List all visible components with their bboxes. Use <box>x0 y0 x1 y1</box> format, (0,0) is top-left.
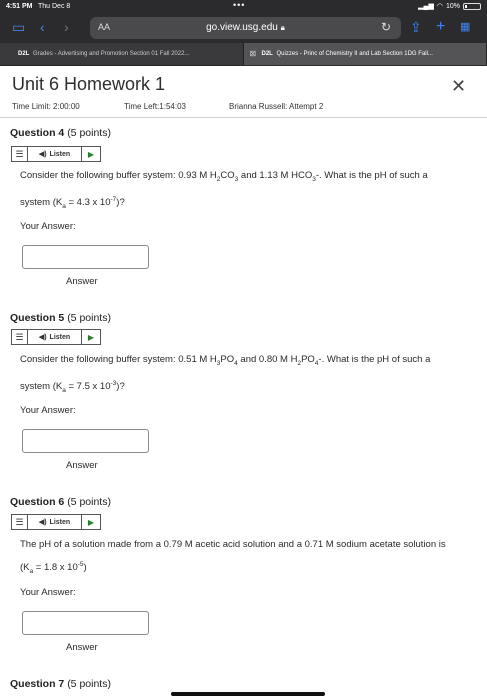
tab-grades[interactable]: D2L Grades - Advertising and Promotion S… <box>0 43 244 65</box>
question-number: Question 6 <box>10 496 65 508</box>
question-title: Question 6 (5 points) <box>10 496 111 508</box>
listen-label: Listen <box>49 333 71 341</box>
q5-text: )? <box>116 381 125 393</box>
tab-bar: D2L Grades - Advertising and Promotion S… <box>0 43 487 65</box>
page-title: Unit 6 Homework 1 <box>12 74 166 94</box>
tab-label: Quizzes - Princ of Chemistry II and Lab … <box>276 51 433 57</box>
play-icon[interactable]: ▶ <box>82 147 100 161</box>
menu-icon[interactable]: ☰ <box>12 147 28 161</box>
speaker-icon: ◀︎) <box>38 334 47 341</box>
menu-icon[interactable]: ☰ <box>12 330 28 344</box>
battery-percent: 10% <box>445 2 460 10</box>
status-indicators: ▂▄▆ ◠ 10% <box>418 2 481 10</box>
q5-text: Consider the following buffer system: 0.… <box>20 354 217 365</box>
question-text: Consider the following buffer system: 0.… <box>20 350 460 401</box>
question-title: Question 4 (5 points) <box>10 127 111 139</box>
listen-button[interactable]: ◀︎) Listen <box>28 330 82 344</box>
share-icon[interactable]: ⇪ <box>410 19 422 35</box>
your-answer-label: Your Answer: <box>20 405 76 416</box>
question-number: Question 5 <box>10 312 65 324</box>
sidebar-icon[interactable]: ▭ <box>12 19 25 35</box>
tab-quizzes[interactable]: ⊠ D2L Quizzes - Princ of Chemistry II an… <box>243 43 487 65</box>
address-bar[interactable]: AA go.view.usg.edu 🔒︎ ↻ <box>90 17 401 39</box>
listen-label: Listen <box>49 518 71 526</box>
listen-toolbar: ☰ ◀︎) Listen ▶ <box>11 514 101 530</box>
signal-icon: ▂▄▆ <box>418 3 434 10</box>
new-tab-icon[interactable]: + <box>436 19 445 35</box>
q4-text: )? <box>116 197 125 209</box>
answer-label: Answer <box>66 642 98 653</box>
close-icon[interactable]: ✕ <box>451 76 466 97</box>
question-points: (5 points) <box>67 678 111 690</box>
q5-text: PO <box>220 354 235 365</box>
question-title: Question 7 (5 points) <box>10 678 111 690</box>
status-date: Thu Dec 8 <box>38 3 71 10</box>
q4-text: = 4.3 x 10 <box>65 197 111 209</box>
tab-overview-icon[interactable]: ▦ <box>460 19 470 35</box>
status-bar: 4:51 PM Thu Dec 8 ••• ▂▄▆ ◠ 10% <box>0 0 487 14</box>
answer-input[interactable] <box>22 611 149 635</box>
url-value: go.view.usg.edu <box>206 22 278 33</box>
answer-input[interactable] <box>22 245 149 269</box>
q5-text: and 0.80 M H <box>237 354 298 365</box>
status-time: 4:51 PM <box>6 3 33 10</box>
answer-label: Answer <box>66 460 98 471</box>
wifi-icon: ◠ <box>436 3 443 10</box>
listen-label: Listen <box>49 150 71 158</box>
question-number: Question 7 <box>10 678 65 690</box>
listen-toolbar: ☰ ◀︎) Listen ▶ <box>11 329 101 345</box>
reload-icon[interactable]: ↻ <box>381 20 391 34</box>
your-answer-label: Your Answer: <box>20 587 76 598</box>
menu-icon[interactable]: ☰ <box>12 515 28 529</box>
q4-text: and 1.13 M HCO <box>238 170 313 181</box>
answer-input[interactable] <box>22 429 149 453</box>
url-text: go.view.usg.edu 🔒︎ <box>90 22 401 33</box>
browser-toolbar: ▭ ‹ › AA go.view.usg.edu 🔒︎ ↻ ⇪ + ▦ <box>0 14 487 42</box>
q4-text: Consider the following buffer system: 0.… <box>20 170 217 181</box>
your-answer-label: Your Answer: <box>20 221 76 232</box>
multitasking-dots-icon[interactable]: ••• <box>233 0 245 10</box>
speaker-icon: ◀︎) <box>38 151 47 158</box>
listen-button[interactable]: ◀︎) Listen <box>28 147 82 161</box>
attempt-info: Brianna Russell: Attempt 2 <box>229 102 324 111</box>
speaker-icon: ◀︎) <box>38 519 47 526</box>
time-left: Time Left:1:54:03 <box>124 102 186 111</box>
forward-icon[interactable]: › <box>64 19 69 35</box>
browser-chrome: 4:51 PM Thu Dec 8 ••• ▂▄▆ ◠ 10% ▭ ‹ › AA… <box>0 0 487 66</box>
time-limit: Time Limit: 2:00:00 <box>12 102 80 111</box>
question-points: (5 points) <box>67 312 111 324</box>
question-title: Question 5 (5 points) <box>10 312 111 324</box>
q6-text: ) <box>83 562 87 574</box>
lock-icon: 🔒︎ <box>280 23 285 32</box>
q4-text: CO <box>220 170 235 181</box>
answer-label: Answer <box>66 276 98 287</box>
question-text: The pH of a solution made from a 0.79 M … <box>20 535 460 582</box>
d2l-favicon: D2L <box>261 51 273 57</box>
tab-label: Grades - Advertising and Promotion Secti… <box>33 51 190 57</box>
quiz-info-bar: Time Limit: 2:00:00 Time Left:1:54:03 Br… <box>0 98 487 118</box>
close-tab-icon[interactable]: ⊠ <box>250 43 257 65</box>
q6-text: = 1.8 x 10 <box>33 562 78 574</box>
question-points: (5 points) <box>67 127 111 139</box>
play-icon[interactable]: ▶ <box>82 330 100 344</box>
back-icon[interactable]: ‹ <box>40 19 45 35</box>
home-indicator[interactable] <box>171 692 325 696</box>
q5-text: PO <box>301 354 315 365</box>
listen-toolbar: ☰ ◀︎) Listen ▶ <box>11 146 101 162</box>
d2l-favicon: D2L <box>18 51 30 57</box>
question-number: Question 4 <box>10 127 65 139</box>
question-text: Consider the following buffer system: 0.… <box>20 166 460 217</box>
play-icon[interactable]: ▶ <box>82 515 100 529</box>
question-points: (5 points) <box>67 496 111 508</box>
q5-text: = 7.5 x 10 <box>65 381 111 393</box>
listen-button[interactable]: ◀︎) Listen <box>28 515 82 529</box>
battery-icon <box>463 2 481 10</box>
